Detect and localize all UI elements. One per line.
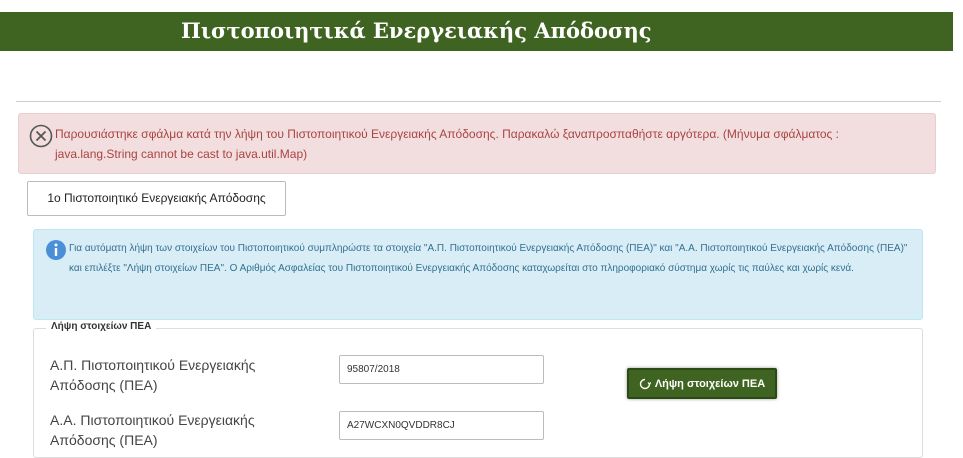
- info-message: Για αυτόματη λήψη των στοιχείων του Πιστ…: [69, 243, 908, 274]
- protocol-number-input[interactable]: [339, 355, 544, 384]
- field-label-protocol-number: Α.Π. Πιστοποιητικού Ενεργειακής Απόδοσης…: [50, 357, 256, 393]
- close-circle-icon: [29, 124, 53, 148]
- field-label-security-number: Α.Α. Πιστοποιητικού Ενεργειακής Απόδοσης…: [50, 412, 255, 448]
- fetch-pea-button-label: Λήψη στοιχείων ΠΕΑ: [654, 377, 766, 390]
- error-message: Παρουσιάστηκε σφάλμα κατά την λήψη του Π…: [55, 127, 840, 161]
- error-alert: Παρουσιάστηκε σφάλμα κατά την λήψη του Π…: [18, 113, 936, 174]
- refresh-icon: [639, 378, 652, 390]
- fetch-pea-button[interactable]: Λήψη στοιχείων ΠΕΑ: [627, 368, 777, 399]
- security-number-input[interactable]: [339, 411, 544, 440]
- pea-fieldset: Λήψη στοιχείων ΠΕΑ Α.Π. Πιστοποιητικού Ε…: [33, 321, 923, 458]
- page-title: Πιστοποιητικά Ενεργειακής Απόδοσης: [181, 18, 652, 43]
- header-bar: Πιστοποιητικά Ενεργειακής Απόδοσης: [0, 12, 953, 51]
- info-icon: [45, 239, 67, 261]
- fieldset-legend: Λήψη στοιχείων ΠΕΑ: [46, 321, 157, 332]
- header-divider: [16, 101, 941, 102]
- info-alert: Για αυτόματη λήψη των στοιχείων του Πιστ…: [33, 229, 923, 320]
- tab-certificate-1[interactable]: 1ο Πιστοποιητικό Ενεργειακής Απόδοσης: [27, 181, 286, 216]
